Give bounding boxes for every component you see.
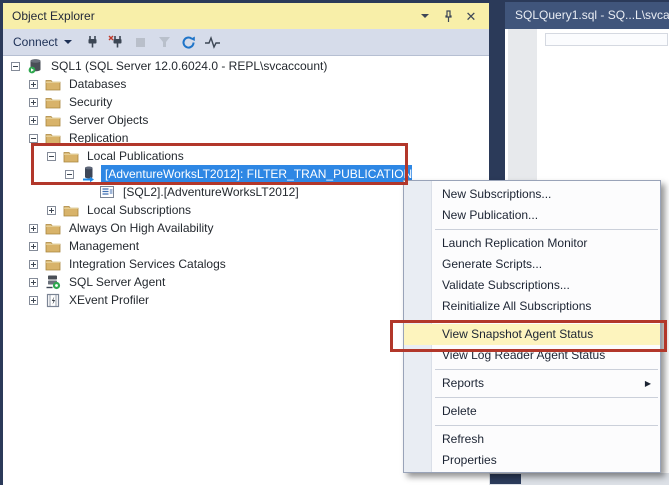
menu-separator — [435, 397, 658, 398]
expand-icon[interactable] — [29, 278, 38, 287]
close-icon[interactable]: ✕ — [463, 8, 479, 24]
filter-icon — [155, 33, 174, 52]
menu-item-new-subscriptions[interactable]: New Subscriptions... — [404, 184, 660, 205]
folder-icon — [45, 220, 61, 236]
annotation-box-publication — [31, 143, 408, 185]
expand-icon[interactable] — [29, 242, 38, 251]
folder-icon — [45, 76, 61, 92]
submenu-arrow-icon: ▶ — [645, 373, 651, 394]
object-explorer-titlebar: Object Explorer ✕ — [3, 3, 489, 29]
editor-top-box — [545, 33, 668, 46]
tree-item[interactable]: Security — [3, 93, 489, 111]
tree-item-label: Management — [65, 237, 143, 256]
menu-item-new-publication[interactable]: New Publication... — [404, 205, 660, 226]
document-tab[interactable]: SQLQuery1.sql - SQ...L\svcacco — [505, 2, 669, 29]
menu-item-reports[interactable]: Reports▶ — [404, 373, 660, 394]
tree-item-label: XEvent Profiler — [65, 291, 153, 310]
folder-icon — [45, 94, 61, 110]
connect-button[interactable]: Connect — [9, 33, 78, 51]
annotation-box-view-snapshot — [390, 320, 667, 352]
panel-title: Object Explorer — [12, 9, 410, 23]
disconnect-plug-icon[interactable] — [107, 33, 126, 52]
horizontal-scrollbar[interactable] — [489, 473, 669, 485]
expand-icon[interactable] — [29, 260, 38, 269]
collapse-icon[interactable] — [11, 62, 20, 71]
folder-icon — [63, 202, 79, 218]
tree-item-label: SQL Server Agent — [65, 273, 169, 292]
tree-item-label: [SQL2].[AdventureWorksLT2012] — [119, 183, 303, 202]
document-tab-title: SQLQuery1.sql - SQ...L\svcacco — [515, 8, 669, 22]
menu-item-validate-subscriptions[interactable]: Validate Subscriptions... — [404, 275, 660, 296]
expand-icon[interactable] — [29, 98, 38, 107]
object-explorer-toolbar: Connect — [3, 29, 489, 56]
folder-icon — [45, 112, 61, 128]
menu-item-reinitialize-all-subscriptions[interactable]: Reinitialize All Subscriptions — [404, 296, 660, 317]
xevent-icon — [45, 292, 61, 308]
expand-icon[interactable] — [29, 296, 38, 305]
chevron-down-icon — [64, 40, 72, 44]
connect-button-label: Connect — [13, 35, 58, 49]
menu-item-launch-replication-monitor[interactable]: Launch Replication Monitor — [404, 233, 660, 254]
window-position-icon[interactable] — [417, 8, 433, 24]
expand-icon[interactable] — [47, 206, 56, 215]
collapse-icon[interactable] — [29, 134, 38, 143]
menu-item-refresh[interactable]: Refresh — [404, 429, 660, 450]
tree-item-label: Security — [65, 93, 116, 112]
subscription-icon — [99, 184, 115, 200]
activity-monitor-icon[interactable] — [203, 33, 222, 52]
stop-icon — [131, 33, 150, 52]
menu-separator — [435, 229, 658, 230]
server-icon — [27, 58, 43, 74]
folder-icon — [45, 238, 61, 254]
folder-icon — [45, 256, 61, 272]
scrollbar-thumb[interactable] — [490, 474, 521, 484]
menu-item-generate-scripts[interactable]: Generate Scripts... — [404, 254, 660, 275]
tree-item[interactable]: Databases — [3, 75, 489, 93]
tree-item[interactable]: SQL1 (SQL Server 12.0.6024.0 - REPL\svca… — [3, 57, 489, 75]
refresh-icon[interactable] — [179, 33, 198, 52]
menu-item-delete[interactable]: Delete — [404, 401, 660, 422]
expand-icon[interactable] — [29, 224, 38, 233]
tree-item-label: Databases — [65, 75, 130, 94]
pin-icon[interactable] — [440, 8, 456, 24]
tree-item-label: Integration Services Catalogs — [65, 255, 230, 274]
tree-item-label: SQL1 (SQL Server 12.0.6024.0 - REPL\svca… — [47, 57, 331, 76]
tree-item-label: Always On High Availability — [65, 219, 218, 238]
tree-item[interactable]: Server Objects — [3, 111, 489, 129]
menu-separator — [435, 425, 658, 426]
agent-icon — [45, 274, 61, 290]
expand-icon[interactable] — [29, 116, 38, 125]
tree-item-label: Server Objects — [65, 111, 152, 130]
expander-spacer — [83, 188, 92, 197]
menu-item-properties[interactable]: Properties — [404, 450, 660, 471]
menu-separator — [435, 369, 658, 370]
expand-icon[interactable] — [29, 80, 38, 89]
tree-item-label: Local Subscriptions — [83, 201, 195, 220]
connect-plug-icon[interactable] — [83, 33, 102, 52]
